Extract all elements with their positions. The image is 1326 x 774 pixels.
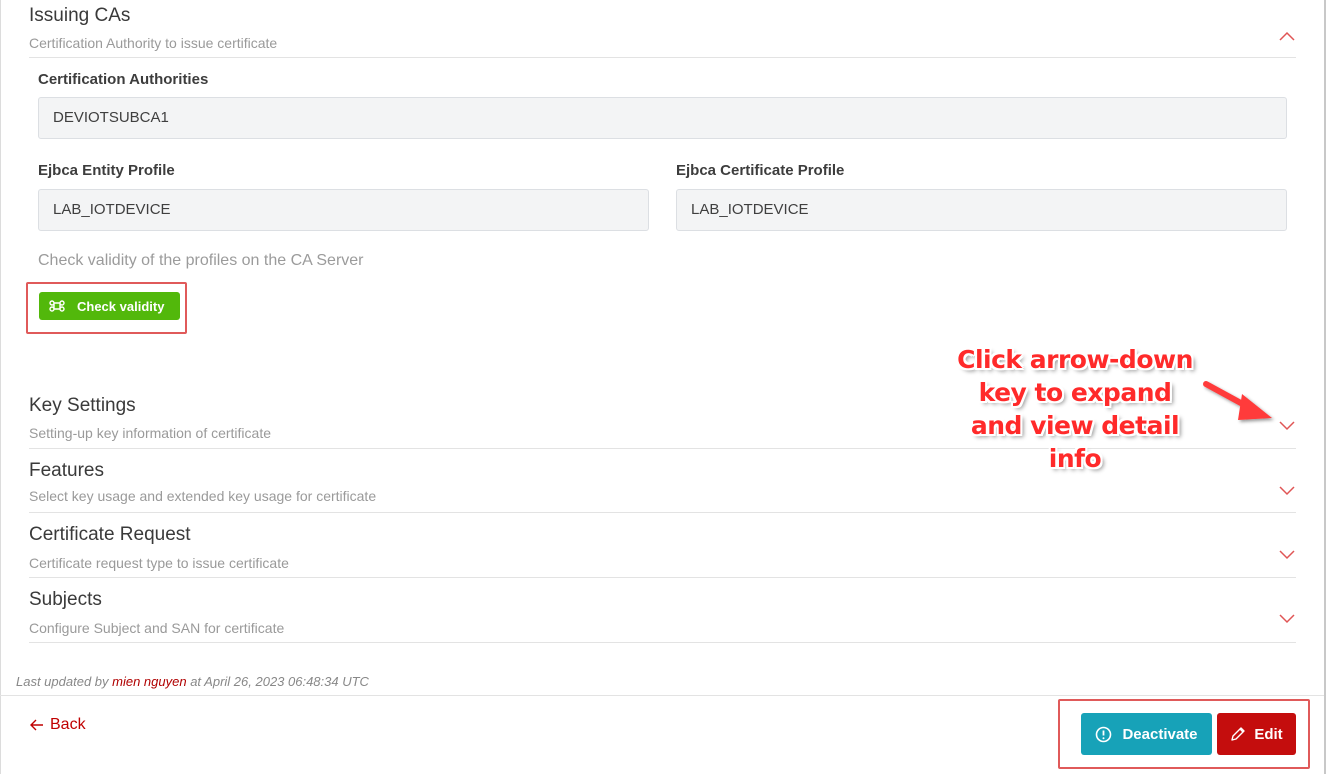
last-updated-user[interactable]: mien nguyen — [112, 674, 186, 689]
edit-button[interactable]: Edit — [1217, 713, 1296, 755]
section-subtitle: Setting-up key information of certificat… — [29, 425, 272, 441]
section-certificate-request[interactable]: Certificate Request Certificate request … — [29, 513, 1296, 578]
back-link[interactable]: Back — [30, 716, 86, 734]
arrow-left-icon — [30, 719, 43, 731]
section-subtitle: Certificate request type to issue certif… — [29, 555, 289, 571]
chevron-up-icon[interactable] — [1278, 30, 1296, 42]
issuing-cas-header[interactable]: Issuing CAs Certification Authority to i… — [29, 0, 1296, 58]
section-subtitle: Certification Authority to issue certifi… — [29, 35, 278, 51]
footer-divider — [0, 695, 1324, 696]
check-validity-button[interactable]: Check validity — [39, 292, 180, 320]
validity-hint: Check validity of the profiles on the CA… — [38, 252, 364, 269]
certificate-profile-label: Ejbca Certificate Profile — [676, 162, 845, 179]
chevron-down-icon[interactable] — [1278, 548, 1296, 560]
section-subtitle: Select key usage and extended key usage … — [29, 488, 377, 504]
exclamation-circle-icon — [1096, 726, 1112, 742]
deactivate-label: Deactivate — [1122, 725, 1198, 743]
section-title: Features — [29, 460, 104, 481]
pencil-icon — [1231, 727, 1246, 741]
section-title: Key Settings — [29, 395, 136, 416]
check-validity-label: Check validity — [77, 298, 165, 314]
chevron-down-icon[interactable] — [1278, 612, 1296, 624]
section-subtitle: Configure Subject and SAN for certificat… — [29, 620, 285, 636]
annotation-arrow-icon — [1203, 381, 1272, 420]
last-updated-prefix: Last updated by — [16, 674, 113, 689]
chevron-down-icon[interactable] — [1278, 419, 1296, 431]
command-icon — [49, 300, 65, 312]
ca-label: Certification Authorities — [38, 71, 209, 88]
last-updated-suffix: at April 26, 2023 06:48:34 UTC — [186, 674, 369, 689]
entity-profile-label: Ejbca Entity Profile — [38, 162, 175, 179]
section-title: Subjects — [29, 589, 102, 610]
ca-field[interactable]: DEVIOTSUBCA1 — [38, 97, 1287, 139]
annotation-line: key to expand — [978, 378, 1172, 407]
section-title: Certificate Request — [29, 524, 191, 545]
entity-profile-field[interactable]: LAB_IOTDEVICE — [38, 189, 649, 231]
edit-label: Edit — [1254, 725, 1283, 743]
last-updated-text: Last updated by mien nguyen at April 26,… — [16, 674, 369, 689]
chevron-down-icon[interactable] — [1278, 484, 1296, 496]
annotation-text: Click arrow-down key to expand and view … — [950, 343, 1200, 475]
deactivate-button[interactable]: Deactivate — [1081, 713, 1212, 755]
back-label: Back — [50, 716, 86, 733]
annotation-line: Click arrow-down — [957, 345, 1193, 374]
section-title: Issuing CAs — [29, 5, 131, 26]
annotation-line: info — [1048, 444, 1102, 473]
section-subjects[interactable]: Subjects Configure Subject and SAN for c… — [29, 578, 1296, 643]
annotation-line: and view detail — [970, 411, 1180, 440]
certificate-profile-field[interactable]: LAB_IOTDEVICE — [676, 189, 1287, 231]
